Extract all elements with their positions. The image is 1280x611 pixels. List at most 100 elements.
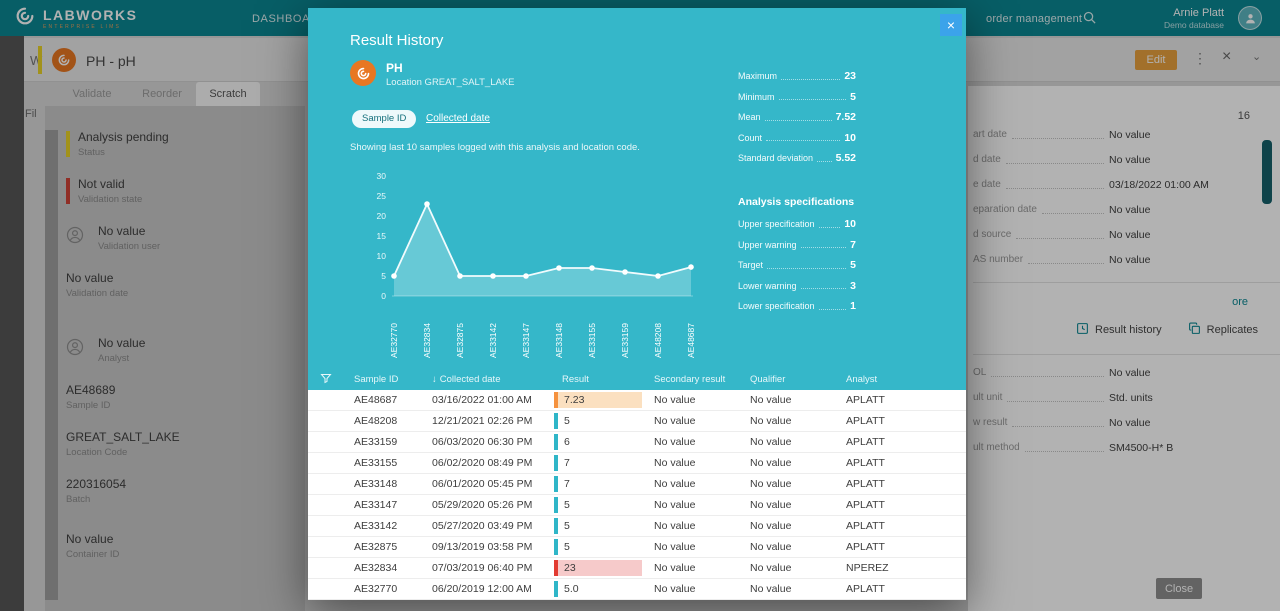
- cell-result: 5: [554, 411, 654, 431]
- spec-value: 10: [844, 218, 856, 231]
- chip-sample-id[interactable]: Sample ID: [352, 110, 417, 128]
- column-header-collected-date[interactable]: ↓ Collected date: [432, 374, 554, 385]
- result-status-bar: [554, 392, 558, 408]
- cell-result: 6: [554, 432, 654, 452]
- dotted-leader: [781, 78, 841, 80]
- result-status-bar: [554, 413, 558, 429]
- result-value: 7: [564, 478, 570, 490]
- column-header-analyst[interactable]: Analyst: [846, 374, 966, 385]
- table-row[interactable]: AE33142 05/27/2020 03:49 PM 5 No value No va…: [308, 516, 966, 537]
- table-row[interactable]: AE48687 03/16/2022 01:00 AM 7.23 No value No…: [308, 390, 966, 411]
- column-header-sample-id[interactable]: Sample ID: [354, 374, 432, 385]
- table-row[interactable]: AE32770 06/20/2019 12:00 AM 5.0 No value No …: [308, 579, 966, 600]
- spec-value: 1: [850, 300, 856, 313]
- stat-value: 5.52: [835, 152, 856, 165]
- cell-analyst: APLATT: [846, 541, 885, 553]
- cell-secondary-result: No value: [654, 583, 696, 595]
- spec-row: Lower specification 1: [738, 296, 856, 317]
- cell-analyst: APLATT: [846, 520, 885, 532]
- cell-qualifier: No value: [750, 457, 792, 469]
- spec-row: Target 5: [738, 255, 856, 276]
- result-status-bar: [554, 455, 558, 471]
- svg-text:AE32834: AE32834: [422, 323, 432, 358]
- cell-secondary-result: No value: [654, 499, 696, 511]
- cell-analyst: APLATT: [846, 436, 885, 448]
- cell-qualifier: No value: [750, 394, 792, 406]
- specs-heading: Analysis specifications: [738, 196, 855, 208]
- result-value: 7.23: [558, 392, 642, 408]
- spec-row: Upper specification 10: [738, 214, 856, 235]
- cell-collected-date: 03/16/2022 01:00 AM: [432, 394, 532, 406]
- result-value: 5: [564, 415, 570, 427]
- cell-secondary-result: No value: [654, 394, 696, 406]
- svg-text:AE33155: AE33155: [587, 323, 597, 358]
- modal-close-button[interactable]: [940, 14, 962, 36]
- spec-label: Lower warning: [738, 280, 797, 291]
- stat-value: 10: [844, 131, 856, 144]
- cell-sample-id: AE33147: [354, 499, 398, 511]
- cell-analyst: APLATT: [846, 415, 885, 427]
- cell-result: 5: [554, 516, 654, 536]
- cell-secondary-result: No value: [654, 415, 696, 427]
- svg-text:AE32770: AE32770: [389, 323, 399, 358]
- cell-sample-id: AE33155: [354, 457, 398, 469]
- cell-sample-id: AE33159: [354, 436, 398, 448]
- column-header-secondary-result[interactable]: Secondary result: [654, 374, 750, 385]
- cell-analyst: APLATT: [846, 457, 885, 469]
- dotted-leader: [800, 247, 847, 249]
- filter-icon[interactable]: [320, 372, 332, 387]
- sort-desc-icon: ↓: [432, 373, 437, 385]
- table-row[interactable]: AE48208 12/21/2021 02:26 PM 5 No value No va…: [308, 411, 966, 432]
- stat-value: 5: [850, 90, 856, 103]
- cell-collected-date: 06/02/2020 08:49 PM: [432, 457, 533, 469]
- stat-label: Mean: [738, 112, 761, 123]
- table-row[interactable]: AE32834 07/03/2019 06:40 PM 23 No value No v…: [308, 558, 966, 579]
- column-label: Collected date: [439, 373, 501, 385]
- cell-collected-date: 05/29/2020 05:26 PM: [432, 499, 533, 511]
- svg-text:AE33148: AE33148: [554, 323, 564, 358]
- analysis-code: PH: [386, 61, 403, 75]
- svg-text:25: 25: [377, 191, 387, 201]
- dotted-leader: [767, 267, 847, 269]
- cell-secondary-result: No value: [654, 541, 696, 553]
- cell-secondary-result: No value: [654, 436, 696, 448]
- analysis-location: Location GREAT_SALT_LAKE: [386, 77, 515, 88]
- cell-secondary-result: No value: [654, 457, 696, 469]
- filter-cell: [308, 372, 354, 387]
- table-row[interactable]: AE33147 05/29/2020 05:26 PM 5 No value No va…: [308, 495, 966, 516]
- column-header-qualifier[interactable]: Qualifier: [750, 374, 846, 385]
- dotted-leader: [818, 226, 841, 228]
- stat-value: 23: [844, 70, 856, 83]
- result-value: 7: [564, 457, 570, 469]
- cell-result: 7: [554, 474, 654, 494]
- dotted-leader: [817, 160, 832, 162]
- result-history-modal: Result History PH Location GREAT_SALT_LA…: [308, 8, 966, 600]
- stat-row: Minimum 5: [738, 87, 856, 108]
- column-header-result[interactable]: Result: [554, 374, 654, 385]
- table-row[interactable]: AE33159 06/03/2020 06:30 PM 6 No value No va…: [308, 432, 966, 453]
- table-row[interactable]: AE32875 09/13/2019 03:58 PM 5 No value No va…: [308, 537, 966, 558]
- stat-row: Maximum 23: [738, 66, 856, 87]
- spec-value: 7: [850, 238, 856, 251]
- svg-text:30: 30: [377, 171, 387, 181]
- cell-result: 5.0: [554, 579, 654, 599]
- spec-row: Upper warning 7: [738, 235, 856, 256]
- svg-text:10: 10: [377, 251, 387, 261]
- link-collected-date[interactable]: Collected date: [426, 113, 490, 124]
- table-row[interactable]: AE33148 06/01/2020 05:45 PM 7 No value No va…: [308, 474, 966, 495]
- svg-text:AE48208: AE48208: [653, 323, 663, 358]
- spec-row: Lower warning 3: [738, 276, 856, 297]
- stat-row: Mean 7.52: [738, 107, 856, 128]
- spec-label: Target: [738, 260, 764, 271]
- cell-result: 23: [554, 558, 654, 578]
- svg-text:AE33147: AE33147: [521, 323, 531, 358]
- cell-result: 7: [554, 453, 654, 473]
- table-row[interactable]: AE33155 06/02/2020 08:49 PM 7 No value No va…: [308, 453, 966, 474]
- svg-text:20: 20: [377, 211, 387, 221]
- result-status-bar: [554, 539, 558, 555]
- cell-sample-id: AE32875: [354, 541, 398, 553]
- modal-header-area: Result History PH Location GREAT_SALT_LA…: [308, 8, 966, 390]
- cell-collected-date: 05/27/2020 03:49 PM: [432, 520, 533, 532]
- dotted-leader: [800, 288, 847, 290]
- stat-label: Minimum: [738, 91, 775, 102]
